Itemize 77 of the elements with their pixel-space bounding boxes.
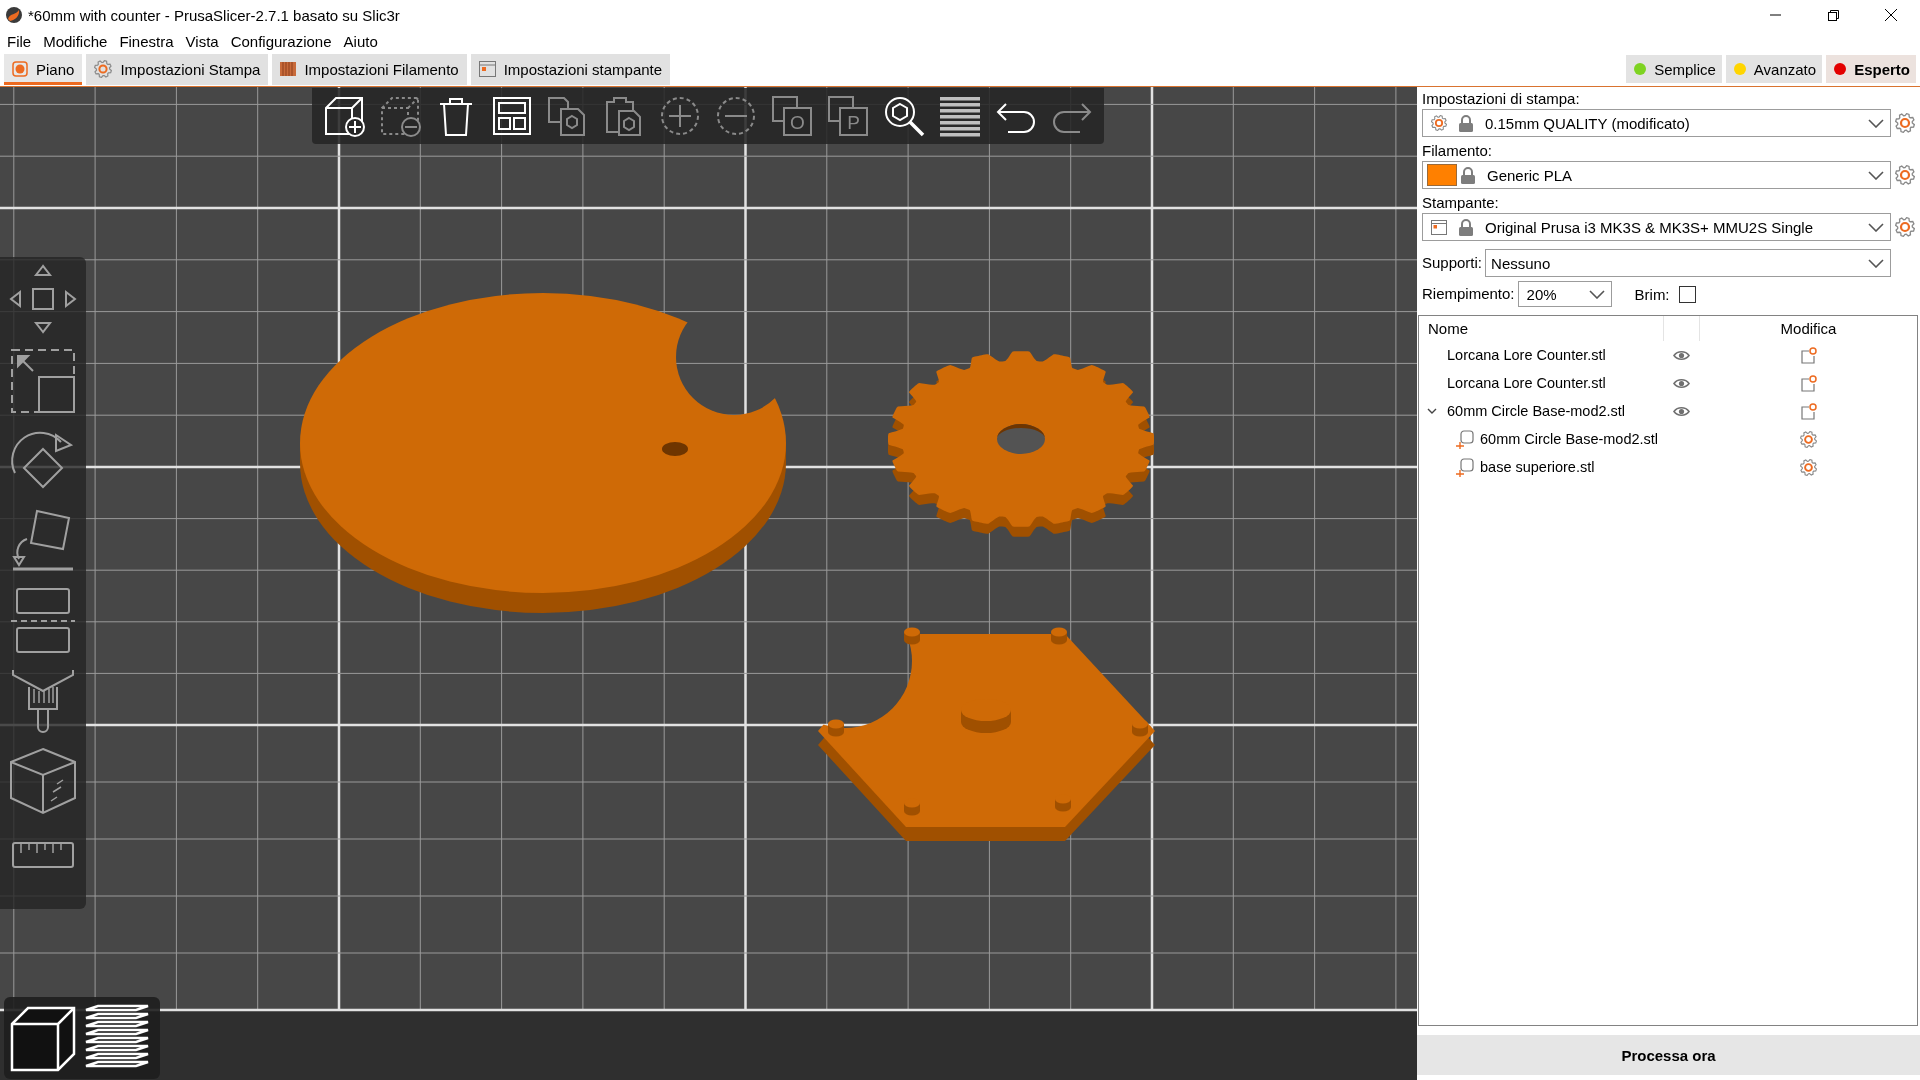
- mode-button[interactable]: Semplice: [1626, 55, 1722, 83]
- eye-icon[interactable]: [1673, 377, 1690, 389]
- object-name[interactable]: 60mm Circle Base-mod2.stl: [1480, 431, 1659, 447]
- spool-icon: [280, 61, 297, 77]
- part-icon: [1455, 457, 1474, 477]
- tab[interactable]: Piano: [4, 53, 83, 85]
- settings-icon[interactable]: [1895, 217, 1915, 237]
- menu-item[interactable]: Aiuto: [337, 32, 384, 50]
- lock-icon: [1459, 114, 1473, 132]
- settings-icon[interactable]: [1895, 113, 1915, 133]
- tab[interactable]: Impostazioni Filamento: [272, 53, 467, 85]
- brim-checkbox[interactable]: [1678, 285, 1696, 303]
- cube-plus-icon[interactable]: [322, 94, 366, 138]
- search-icon[interactable]: [882, 94, 926, 138]
- window-icon: [1431, 219, 1447, 235]
- object-name[interactable]: 60mm Circle Base-mod2.stl: [1447, 403, 1626, 419]
- menu-item[interactable]: Finestra: [113, 32, 180, 50]
- chevron-down-icon: [1868, 222, 1884, 232]
- chevron-down-icon: [1868, 170, 1884, 180]
- supports-dropdown[interactable]: Nessuno: [1485, 249, 1891, 277]
- close-icon[interactable]: [1885, 9, 1897, 21]
- window-title: *60mm with counter - PrusaSlicer-2.7.1 basato su Slic3r: [28, 6, 400, 24]
- field-label: Brim:: [1634, 285, 1670, 303]
- eye-icon[interactable]: [1673, 405, 1690, 417]
- object-settings-icon[interactable]: [1799, 374, 1817, 392]
- minimize-icon[interactable]: [1769, 14, 1781, 16]
- move-icon[interactable]: [9, 263, 77, 335]
- column-header: Nome: [1419, 316, 1664, 341]
- lock-icon: [1459, 218, 1473, 236]
- field-label: Impostazioni di stampa:: [1422, 89, 1581, 109]
- mode-button[interactable]: Avanzato: [1725, 55, 1823, 83]
- object-name[interactable]: base superiore.stl: [1480, 459, 1595, 475]
- cut-icon[interactable]: [9, 585, 77, 655]
- menu-item[interactable]: File: [1, 32, 38, 50]
- paint-brush-icon[interactable]: [9, 667, 77, 734]
- settings-icon[interactable]: [1799, 430, 1817, 448]
- infill-dropdown[interactable]: 20%: [1517, 281, 1612, 307]
- field-label: Stampante:: [1422, 193, 1500, 213]
- layout-grid-icon[interactable]: [490, 94, 534, 138]
- settings-icon[interactable]: [1895, 165, 1915, 185]
- lock-icon: [1461, 166, 1475, 184]
- cube-icon[interactable]: [9, 746, 77, 816]
- filament-preset-dropdown[interactable]: Generic PLA: [1422, 161, 1891, 189]
- gear-icon: [1431, 115, 1447, 131]
- field-label: Riempimento:: [1422, 284, 1515, 304]
- layers-icon[interactable]: [938, 94, 982, 138]
- settings-icon[interactable]: [1799, 458, 1817, 476]
- field-label: Supporti:: [1422, 253, 1483, 273]
- expand-chevron-icon[interactable]: [1427, 406, 1437, 416]
- column-header: Modifica: [1699, 316, 1917, 341]
- tab[interactable]: Impostazioni Stampa: [86, 53, 269, 85]
- menu-item[interactable]: Configurazione: [224, 32, 338, 50]
- print-preset-dropdown[interactable]: 0.15mm QUALITY (modificato): [1422, 109, 1891, 137]
- chevron-down-icon: [1588, 289, 1605, 299]
- process-button[interactable]: Processa ora: [1417, 1035, 1920, 1075]
- object-settings-icon[interactable]: [1799, 402, 1817, 420]
- cube-view-icon[interactable]: [10, 1004, 76, 1072]
- part-icon: [1455, 429, 1474, 449]
- chevron-down-icon: [1868, 118, 1884, 128]
- scale-icon[interactable]: [9, 347, 77, 415]
- eye-icon[interactable]: [1673, 349, 1690, 361]
- tab[interactable]: Impostazioni stampante: [470, 53, 671, 85]
- object-name[interactable]: Lorcana Lore Counter.stl: [1447, 375, 1606, 391]
- app-logo-icon: [6, 7, 22, 23]
- menu-item[interactable]: Vista: [179, 32, 225, 50]
- object-settings-icon[interactable]: [1799, 346, 1817, 364]
- plate-icon: [12, 61, 28, 77]
- printer-preset-dropdown[interactable]: Original Prusa i3 MK3S & MK3S+ MMU2S Single: [1422, 213, 1891, 241]
- ruler-icon[interactable]: [9, 841, 77, 869]
- restore-icon[interactable]: [1827, 9, 1839, 21]
- window-icon: [478, 61, 496, 77]
- object-name[interactable]: Lorcana Lore Counter.stl: [1447, 347, 1606, 363]
- menu-item[interactable]: Modifiche: [37, 32, 114, 50]
- chevron-down-icon: [1868, 258, 1884, 268]
- gear-icon: [94, 60, 113, 78]
- field-label: Filamento:: [1422, 141, 1494, 161]
- mode-button[interactable]: Esperto: [1826, 55, 1916, 83]
